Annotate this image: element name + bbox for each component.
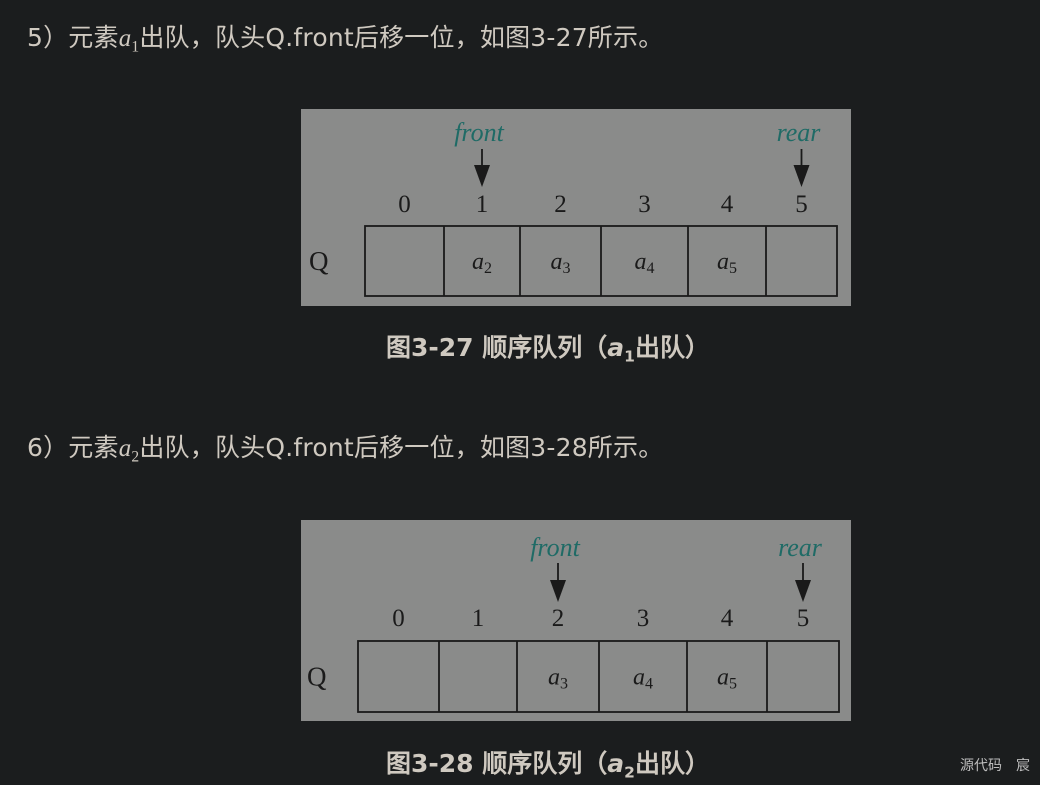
cell-value: a2 [472, 249, 492, 277]
math-var: a2 [118, 435, 140, 466]
paragraph-step-6: 6）元素a2出队，队头Q.front后移一位，如图3-28所示。 [27, 428, 663, 466]
queue-diagram: Q 0 1 a2 2 a3 3 a4 4 a5 5 front rear [309, 118, 838, 297]
cell-value: a3 [551, 249, 571, 277]
figure-caption-3-28: 图3-28 顺序队列（a2出队） [386, 749, 710, 782]
queue-label: Q [307, 662, 327, 692]
index-label: 1 [476, 191, 489, 218]
cell-value: a3 [548, 665, 568, 693]
para-text: 5）元素 [27, 23, 119, 52]
para-text: 6）元素 [27, 433, 119, 462]
index-label: 4 [721, 191, 734, 218]
index-label: 0 [398, 191, 411, 218]
index-label: 3 [637, 605, 650, 632]
cell-value: a5 [717, 249, 737, 277]
figure-3-28: Q 0 1 2 a3 3 a4 4 a5 5 front rear [301, 520, 851, 721]
rear-pointer-arrow-icon [793, 165, 810, 187]
queue-label: Q [309, 246, 329, 276]
paragraph-step-5: 5）元素a1出队，队头Q.front后移一位，如图3-27所示。 [27, 18, 663, 56]
index-label: 2 [552, 605, 565, 632]
queue-diagram: Q 0 1 2 a3 3 a4 4 a5 5 front rear [307, 533, 840, 713]
front-pointer-arrow-icon [474, 165, 490, 187]
rear-pointer-label: rear [778, 533, 823, 562]
index-label: 3 [638, 191, 651, 218]
para-text: 出队，队头Q.front后移一位，如图3-27所示。 [139, 23, 664, 52]
index-label: 4 [721, 605, 734, 632]
watermark: 源代码 宸 [960, 758, 1030, 774]
math-var: a1 [118, 25, 140, 56]
index-label: 2 [554, 191, 567, 218]
index-label: 5 [795, 191, 808, 218]
index-label: 0 [392, 605, 405, 632]
figure-3-27: Q 0 1 a2 2 a3 3 a4 4 a5 5 front rear [301, 109, 851, 306]
cell-value: a4 [633, 665, 653, 693]
cell-value: a5 [717, 665, 737, 693]
index-label: 1 [472, 605, 485, 632]
front-pointer-arrow-icon [550, 580, 566, 602]
rear-pointer-label: rear [777, 118, 822, 147]
cell-value: a4 [635, 249, 655, 277]
front-pointer-label: front [530, 533, 580, 562]
figure-caption-3-27: 图3-27 顺序队列（a1出队） [386, 333, 710, 366]
front-pointer-label: front [454, 118, 504, 147]
rear-pointer-arrow-icon [795, 580, 811, 602]
index-label: 5 [797, 605, 810, 632]
para-text: 出队，队头Q.front后移一位，如图3-28所示。 [139, 433, 664, 462]
